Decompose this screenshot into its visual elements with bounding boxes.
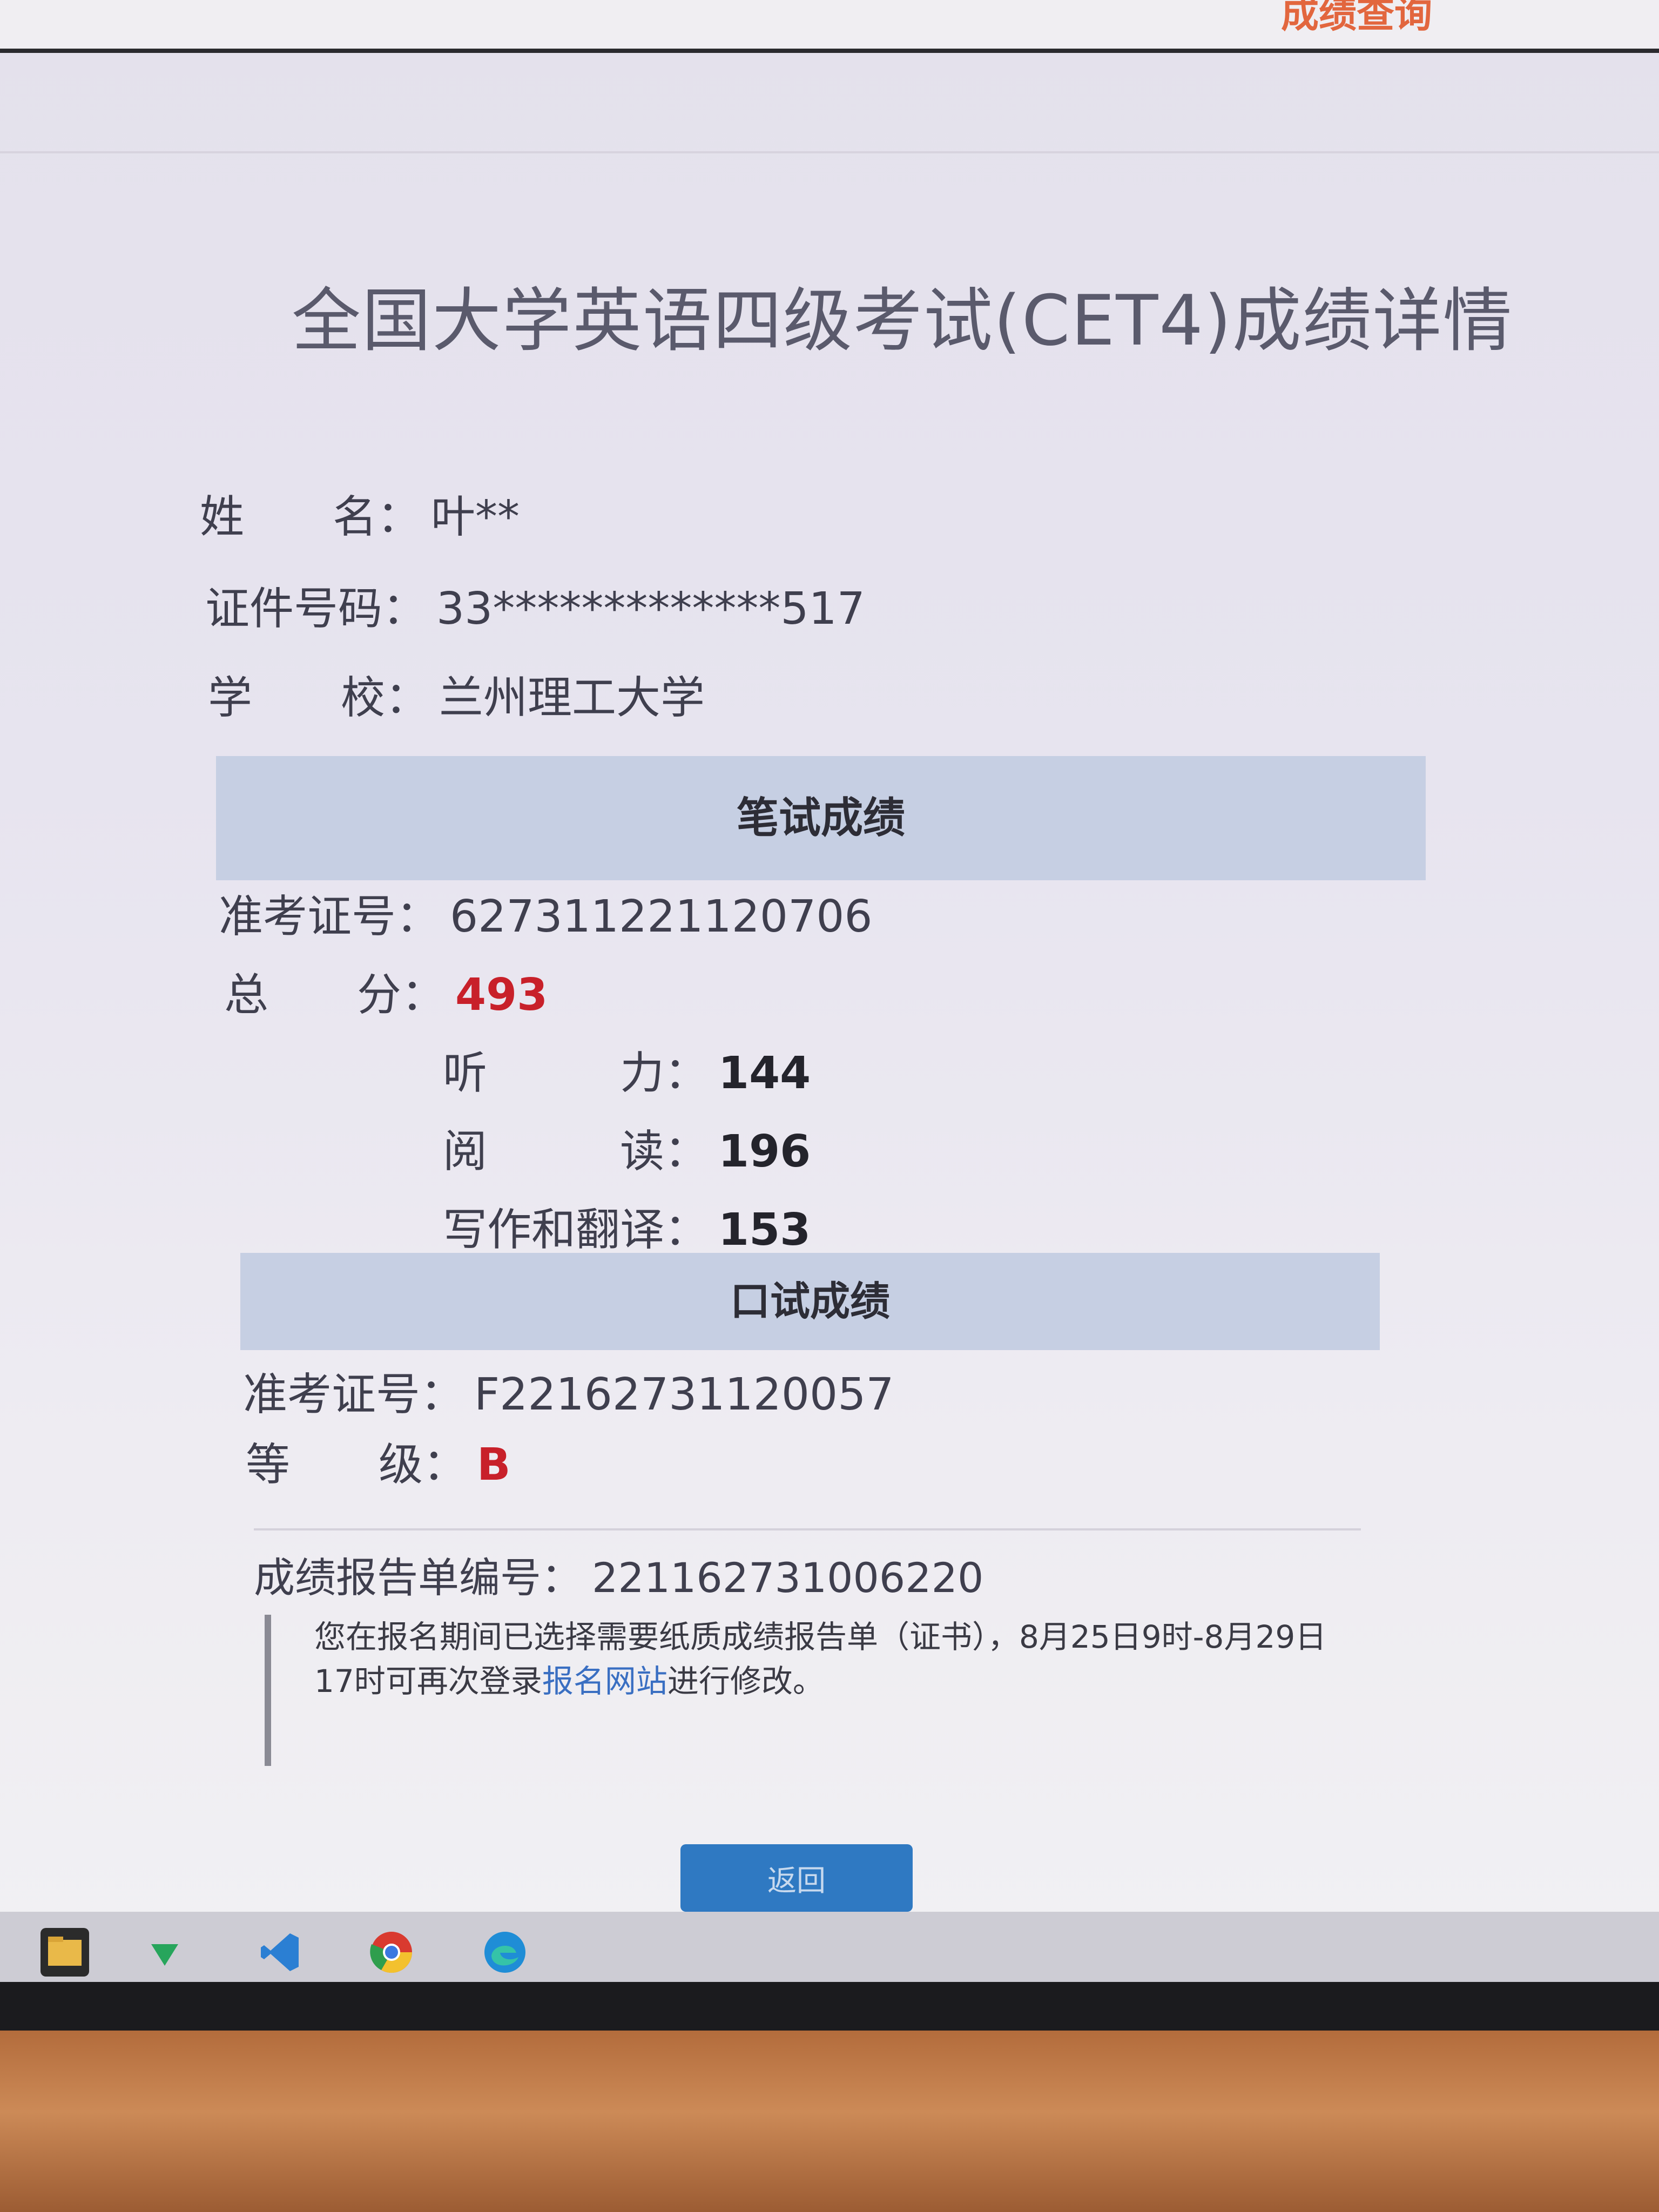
total-score-row: 总 分： 493 bbox=[224, 959, 548, 1023]
desk-surface bbox=[0, 2031, 1659, 2212]
oral-grade-value: B bbox=[477, 1439, 511, 1491]
school-value: 兰州理工大学 bbox=[439, 672, 705, 724]
paper-report-notice: 您在报名期间已选择需要纸质成绩报告单（证书），8月25日9时-8月29日17时可… bbox=[265, 1615, 1345, 1766]
total-score-value: 493 bbox=[455, 969, 548, 1021]
reading-value: 196 bbox=[718, 1126, 811, 1177]
written-ticket-row: 准考证号： 627311221120706 bbox=[219, 880, 873, 945]
name-row: 姓 名： 叶** bbox=[200, 481, 520, 545]
back-button[interactable]: 返回 bbox=[680, 1844, 913, 1912]
written-ticket-value: 627311221120706 bbox=[450, 891, 873, 942]
chrome-icon[interactable] bbox=[367, 1928, 416, 1977]
section-divider bbox=[254, 1528, 1361, 1530]
reading-label: 阅 读： bbox=[443, 1126, 709, 1177]
taskbar bbox=[0, 1912, 1659, 1987]
oral-ticket-label: 准考证号： bbox=[243, 1369, 465, 1420]
listening-label: 听 力： bbox=[443, 1048, 709, 1099]
id-number-row: 证件号码： 33*************517 bbox=[205, 572, 865, 637]
oral-section-header: 口试成绩 bbox=[240, 1253, 1380, 1350]
browser-screen: 成绩查询 全国大学英语四级考试(CET4)成绩详情 姓 名： 叶** 证件号码： 3… bbox=[0, 0, 1659, 1955]
vscode-icon[interactable] bbox=[257, 1928, 305, 1977]
page-title: 全国大学英语四级考试(CET4)成绩详情 bbox=[292, 281, 1513, 361]
name-value: 叶** bbox=[431, 491, 520, 543]
notice-text-end: 进行修改。 bbox=[667, 1663, 824, 1700]
id-number-label: 证件号码： bbox=[205, 583, 427, 635]
reading-row: 阅 读： 196 bbox=[443, 1115, 811, 1179]
report-number-row: 成绩报告单编号： 221162731006220 bbox=[254, 1545, 983, 1604]
written-section-header: 笔试成绩 bbox=[216, 756, 1426, 880]
file-explorer-icon[interactable] bbox=[41, 1928, 89, 1977]
total-score-label: 总 分： bbox=[224, 969, 446, 1021]
oral-ticket-row: 准考证号： F22162731120057 bbox=[243, 1358, 894, 1422]
school-label: 学 校： bbox=[208, 672, 430, 724]
report-number-label: 成绩报告单编号： bbox=[254, 1554, 582, 1602]
site-header: 成绩查询 bbox=[0, 0, 1659, 53]
vpn-icon[interactable] bbox=[140, 1928, 189, 1977]
oral-grade-row: 等 级： B bbox=[246, 1428, 511, 1493]
listening-value: 144 bbox=[718, 1048, 811, 1099]
report-number-value: 221162731006220 bbox=[592, 1554, 984, 1602]
edge-icon[interactable] bbox=[481, 1928, 529, 1977]
writing-translation-label: 写作和翻译： bbox=[443, 1204, 709, 1256]
oral-ticket-value: F22162731120057 bbox=[474, 1369, 894, 1420]
name-label: 姓 名： bbox=[200, 491, 422, 543]
id-number-value: 33*************517 bbox=[436, 583, 865, 635]
written-ticket-label: 准考证号： bbox=[219, 891, 441, 942]
listening-row: 听 力： 144 bbox=[443, 1037, 811, 1101]
writing-translation-value: 153 bbox=[718, 1204, 811, 1256]
score-query-link[interactable]: 成绩查询 bbox=[1281, 0, 1432, 38]
writing-translation-row: 写作和翻译： 153 bbox=[443, 1193, 811, 1258]
oral-grade-label: 等 级： bbox=[246, 1439, 468, 1491]
header-divider bbox=[0, 151, 1659, 153]
registration-site-link[interactable]: 报名网站 bbox=[542, 1663, 667, 1700]
school-row: 学 校： 兰州理工大学 bbox=[208, 662, 705, 726]
